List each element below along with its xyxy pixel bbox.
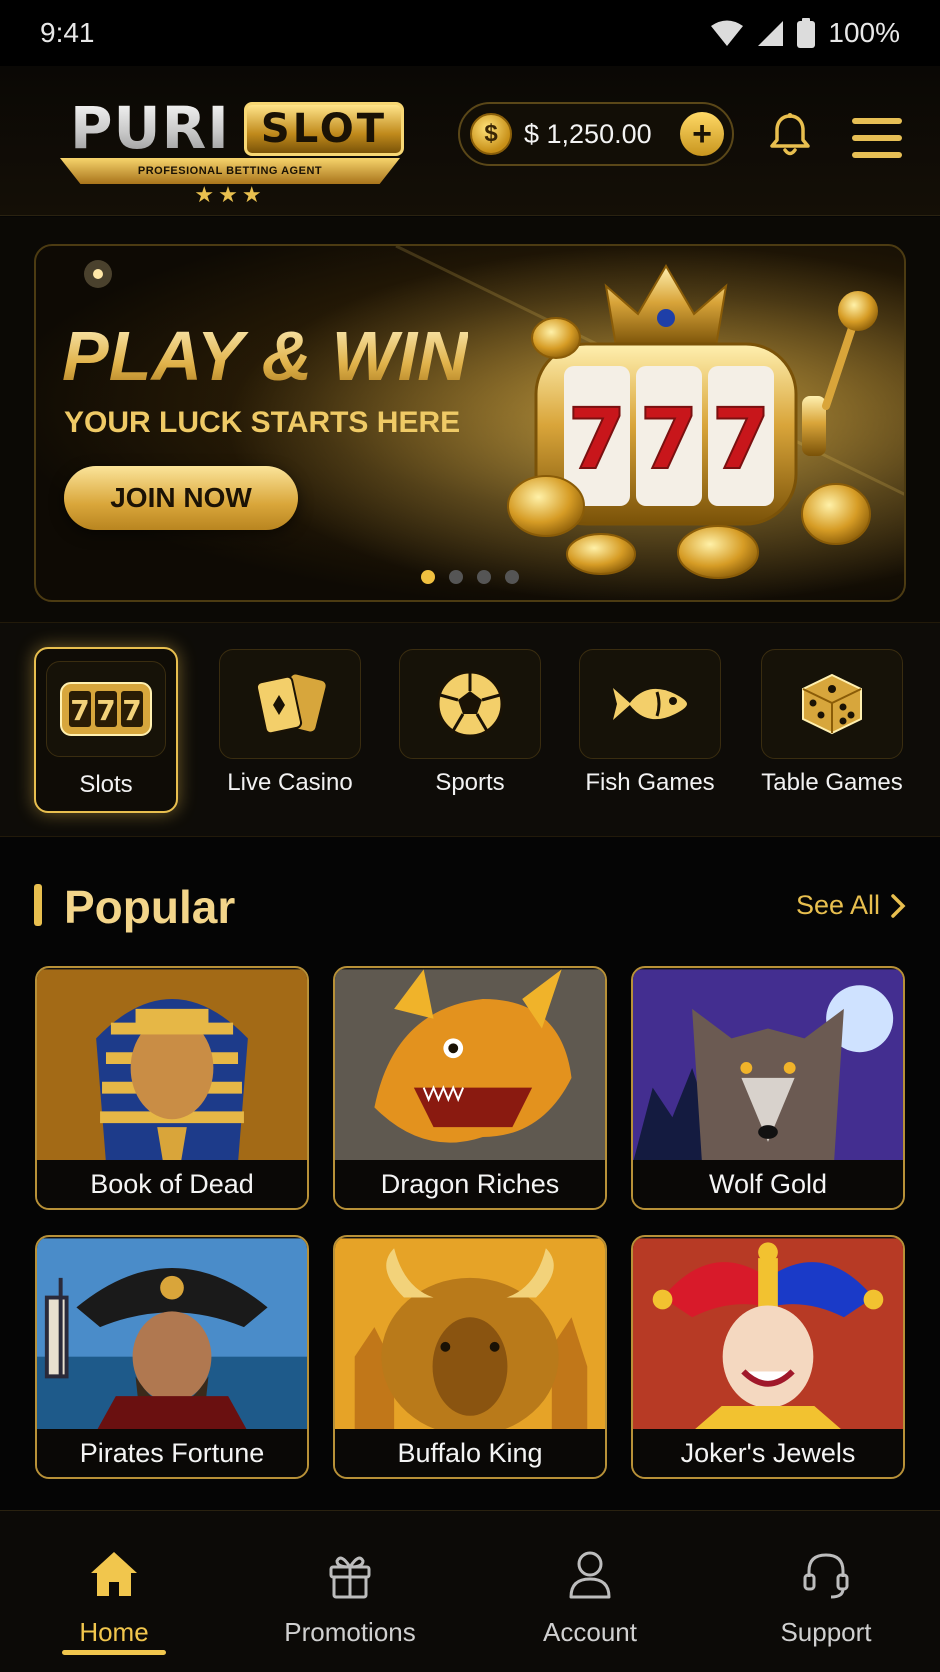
bottom-navigation: Home Promotions Account Support [0, 1510, 940, 1672]
popular-section-header: Popular See All [34, 880, 906, 933]
game-title: Buffalo King [335, 1429, 605, 1477]
status-bar: 9:41 100% [0, 0, 940, 66]
game-title: Wolf Gold [633, 1160, 903, 1208]
nav-promotions[interactable]: Promotions [260, 1537, 440, 1647]
reel-1-digit: 7 [568, 390, 626, 488]
pharaoh-artwork [37, 969, 307, 1163]
puri-slot-logo[interactable]: PURI SLOT PROFESIONAL BETTING AGENT ★★★ [40, 88, 420, 206]
category-sports[interactable]: Sports [398, 647, 542, 813]
svg-text:7: 7 [70, 694, 89, 727]
nav-label: Support [780, 1617, 872, 1647]
category-slots[interactable]: 7 7 7 Slots [34, 647, 178, 813]
logo-tagline: PROFESIONAL BETTING AGENT [60, 158, 400, 184]
chevron-right-icon [891, 893, 906, 918]
nav-home[interactable]: Home [24, 1537, 204, 1647]
svg-text:7: 7 [122, 694, 141, 727]
home-icon [91, 1552, 137, 1596]
category-table-games[interactable]: Table Games [760, 647, 904, 813]
cellular-signal-icon [758, 21, 784, 46]
banner-pagination [36, 570, 904, 584]
promo-banner-section: PLAY & WIN YOUR LUCK STARTS HERE JOIN NO… [0, 217, 940, 622]
user-icon [569, 1551, 611, 1599]
game-title: Joker's Jewels [633, 1429, 903, 1477]
promo-banner[interactable]: PLAY & WIN YOUR LUCK STARTS HERE JOIN NO… [34, 244, 906, 602]
see-all-link[interactable]: See All [796, 890, 906, 921]
game-title: Pirates Fortune [37, 1429, 307, 1477]
game-card-pirates-fortune[interactable]: Pirates Fortune [35, 1235, 309, 1479]
wallet-balance[interactable]: $ $ 1,250.00 + [458, 102, 734, 166]
section-title: Popular [64, 881, 236, 933]
slot-machine-icon: 7 7 7 [60, 682, 152, 736]
section-accent-bar [34, 884, 42, 926]
pirate-artwork [37, 1238, 307, 1432]
game-card-dragon-riches[interactable]: Dragon Riches [333, 966, 607, 1210]
game-card-jokers-jewels[interactable]: Joker's Jewels [631, 1235, 905, 1479]
category-label: Slots [79, 771, 133, 798]
category-label: Table Games [761, 769, 903, 796]
pagination-dot[interactable] [477, 570, 491, 584]
svg-text:7: 7 [96, 694, 115, 727]
balance-amount: $ 1,250.00 [524, 118, 652, 149]
coin-icon: $ [470, 113, 512, 155]
status-time: 9:41 [40, 17, 95, 48]
category-label: Live Casino [227, 769, 353, 796]
fish-icon [613, 688, 687, 720]
notification-bell-icon[interactable] [766, 112, 814, 160]
game-card-buffalo-king[interactable]: Buffalo King [333, 1235, 607, 1479]
status-indicators: 100% [710, 17, 900, 49]
banner-title: PLAY & WIN [62, 317, 468, 395]
nav-support[interactable]: Support [736, 1537, 916, 1647]
nav-label: Home [79, 1617, 149, 1647]
logo-text-slot: SLOT [244, 102, 404, 156]
see-all-label: See All [795, 890, 880, 920]
add-funds-button[interactable]: + [680, 112, 724, 156]
join-now-button[interactable]: JOIN NOW [64, 466, 298, 530]
gift-icon [329, 1556, 371, 1599]
joker-artwork [633, 1238, 903, 1432]
reel-2-digit: 7 [640, 390, 698, 488]
category-label: Fish Games [585, 769, 715, 796]
dragon-artwork [335, 969, 605, 1163]
hamburger-menu-icon[interactable] [852, 118, 902, 158]
cards-icon [255, 674, 326, 735]
battery-icon [797, 18, 816, 48]
wifi-icon [711, 20, 744, 46]
logo-stars: ★★★ [194, 182, 266, 207]
game-title: Dragon Riches [335, 1160, 605, 1208]
reel-3-digit: 7 [712, 390, 770, 488]
game-title: Book of Dead [37, 1160, 307, 1208]
app-header: PURI SLOT PROFESIONAL BETTING AGENT ★★★ … [0, 66, 940, 216]
soccer-ball-icon [436, 670, 504, 738]
nav-account[interactable]: Account [500, 1537, 680, 1647]
slot-machine-illustration: 7 7 7 [507, 264, 878, 579]
game-card-wolf-gold[interactable]: Wolf Gold [631, 966, 905, 1210]
pagination-dot[interactable] [449, 570, 463, 584]
category-bar: 7 7 7 Slots Live Casino Sports Fish Game… [0, 622, 940, 837]
category-fish-games[interactable]: Fish Games [578, 647, 722, 813]
category-live-casino[interactable]: Live Casino [218, 647, 362, 813]
game-card-book-of-dead[interactable]: Book of Dead [35, 966, 309, 1210]
nav-label: Promotions [284, 1617, 416, 1647]
pagination-dot[interactable] [505, 570, 519, 584]
battery-percent: 100% [828, 17, 900, 48]
wolf-artwork [633, 969, 903, 1163]
nav-label: Account [543, 1617, 637, 1647]
banner-subtitle: YOUR LUCK STARTS HERE [64, 406, 461, 439]
active-tab-indicator [62, 1650, 166, 1655]
category-label: Sports [435, 769, 505, 796]
headset-icon [803, 1553, 849, 1599]
dice-icon [802, 673, 862, 735]
buffalo-artwork [335, 1238, 605, 1433]
pagination-dot[interactable] [421, 570, 435, 584]
logo-text-puri: PURI [70, 94, 230, 162]
